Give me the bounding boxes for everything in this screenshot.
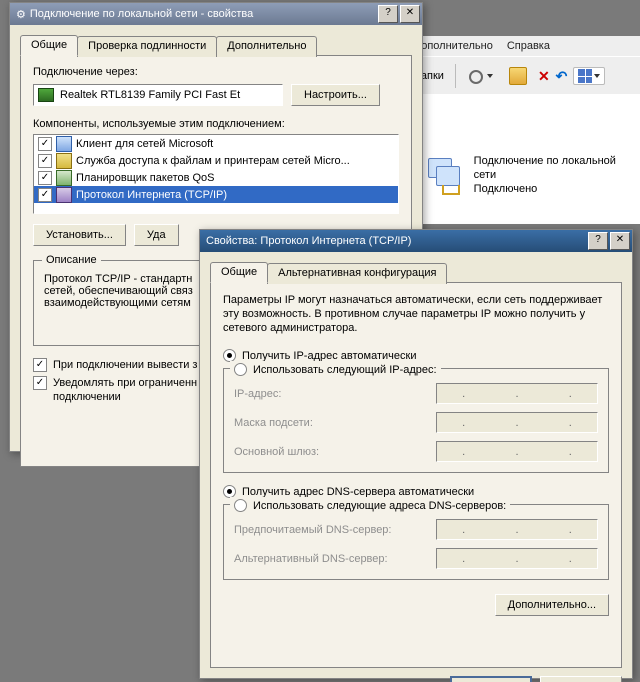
undo-icon[interactable]: ↶: [556, 68, 568, 85]
window-tcpip-properties: Свойства: Протокол Интернета (TCP/IP) ? …: [199, 229, 633, 679]
label: Альтернативный DNS-сервер:: [234, 553, 388, 565]
subnet-mask-field: ...: [436, 412, 598, 433]
radio[interactable]: [234, 363, 247, 376]
help-button[interactable]: ?: [588, 232, 608, 250]
tab-auth[interactable]: Проверка подлинности: [77, 36, 217, 57]
configure-button[interactable]: Настроить...: [291, 84, 380, 106]
tab-advanced[interactable]: Дополнительно: [216, 36, 317, 57]
preferred-dns-field: ...: [436, 519, 598, 540]
views-button[interactable]: [573, 67, 605, 85]
connection-item[interactable]: Подключение по локальной сети Подключено: [428, 154, 640, 196]
folder-icon: [509, 67, 527, 85]
radio-label: Использовать следующий IP-адрес:: [253, 364, 437, 376]
radio-label: Получить IP-адрес автоматически: [242, 350, 416, 362]
connection-text: Подключение по локальной сети Подключено: [474, 154, 640, 196]
radio-manual-ip[interactable]: Использовать следующий IP-адрес:: [234, 363, 437, 376]
manual-dns-group: Использовать следующие адреса DNS-сервер…: [223, 504, 609, 580]
views-icon: [578, 69, 592, 83]
dialog-icon: ⚙: [16, 8, 26, 21]
client-icon: [56, 136, 72, 152]
list-item[interactable]: Протокол Интернета (TCP/IP): [34, 186, 398, 203]
uninstall-button[interactable]: Уда: [134, 224, 179, 246]
close-button[interactable]: ✕: [610, 232, 630, 250]
adapter-field: Realtek RTL8139 Family PCI Fast Et: [33, 84, 283, 106]
window-title: Подключение по локальной сети - свойства: [30, 8, 253, 20]
advanced-button[interactable]: Дополнительно...: [495, 594, 609, 616]
label: Подключение через:: [33, 66, 399, 78]
label: Компоненты, используемые этим подключени…: [33, 118, 399, 130]
chevron-down-icon: [594, 74, 600, 78]
help-button[interactable]: ?: [378, 5, 398, 23]
service-icon: [56, 153, 72, 169]
tabstrip: Общие Альтернативная конфигурация: [210, 262, 622, 283]
radio-label: Использовать следующие адреса DNS-сервер…: [253, 500, 506, 512]
checkbox-label: При подключении вывести з: [53, 358, 197, 372]
tab-general[interactable]: Общие: [20, 35, 78, 56]
ok-button[interactable]: OK: [450, 676, 532, 682]
cancel-button[interactable]: Отмена: [540, 676, 622, 682]
label: Маска подсети:: [234, 417, 313, 429]
close-button[interactable]: ✕: [400, 5, 420, 23]
window-title: Свойства: Протокол Интернета (TCP/IP): [206, 235, 411, 247]
menu-item[interactable]: Справка: [507, 40, 550, 52]
checkbox-label: Уведомлять при ограниченн подключении: [53, 376, 197, 404]
tab-general[interactable]: Общие: [210, 262, 268, 283]
checkbox[interactable]: [38, 154, 52, 168]
titlebar: ⚙ Подключение по локальной сети - свойст…: [10, 3, 422, 25]
service-icon: [56, 170, 72, 186]
checkbox[interactable]: [33, 376, 47, 390]
tab-alternate[interactable]: Альтернативная конфигурация: [267, 263, 447, 284]
nic-icon: [38, 88, 54, 102]
list-item[interactable]: Служба доступа к файлам и принтерам сете…: [34, 152, 398, 169]
gear-icon: [467, 68, 483, 84]
adapter-name: Realtek RTL8139 Family PCI Fast Et: [60, 89, 240, 101]
list-item-label: Протокол Интернета (TCP/IP): [76, 189, 227, 201]
label: Основной шлюз:: [234, 446, 319, 458]
radio[interactable]: [234, 499, 247, 512]
toolbar-button[interactable]: [504, 64, 532, 88]
titlebar: Свойства: Протокол Интернета (TCP/IP) ? …: [200, 230, 632, 252]
list-item-label: Служба доступа к файлам и принтерам сете…: [76, 155, 350, 167]
list-item-label: Планировщик пакетов QoS: [76, 172, 215, 184]
checkbox[interactable]: [38, 171, 52, 185]
group-title: Описание: [42, 254, 101, 266]
checkbox[interactable]: [38, 188, 52, 202]
radio-label: Получить адрес DNS-сервера автоматически: [242, 486, 474, 498]
delete-icon[interactable]: ✕: [538, 68, 550, 85]
radio-manual-dns[interactable]: Использовать следующие адреса DNS-сервер…: [234, 499, 506, 512]
install-button[interactable]: Установить...: [33, 224, 126, 246]
network-connection-icon: [428, 158, 468, 192]
list-item[interactable]: Планировщик пакетов QoS: [34, 169, 398, 186]
manual-ip-group: Использовать следующий IP-адрес: IP-адре…: [223, 368, 609, 473]
menu-item[interactable]: Дополнительно: [414, 40, 493, 52]
checkbox[interactable]: [33, 358, 47, 372]
toolbar-button[interactable]: [462, 65, 498, 87]
list-item-label: Клиент для сетей Microsoft: [76, 138, 213, 150]
chevron-down-icon: [487, 74, 493, 78]
list-item[interactable]: Клиент для сетей Microsoft: [34, 135, 398, 152]
intro-text: Параметры IP могут назначаться автоматич…: [223, 293, 609, 335]
label: Предпочитаемый DNS-сервер:: [234, 524, 391, 536]
components-list[interactable]: Клиент для сетей Microsoft Служба доступ…: [33, 134, 399, 214]
protocol-icon: [56, 187, 72, 203]
gateway-field: ...: [436, 441, 598, 462]
checkbox[interactable]: [38, 137, 52, 151]
tabstrip: Общие Проверка подлинности Дополнительно: [20, 35, 412, 56]
alternate-dns-field: ...: [436, 548, 598, 569]
ip-address-field: ...: [436, 383, 598, 404]
label: IP-адрес:: [234, 388, 281, 400]
